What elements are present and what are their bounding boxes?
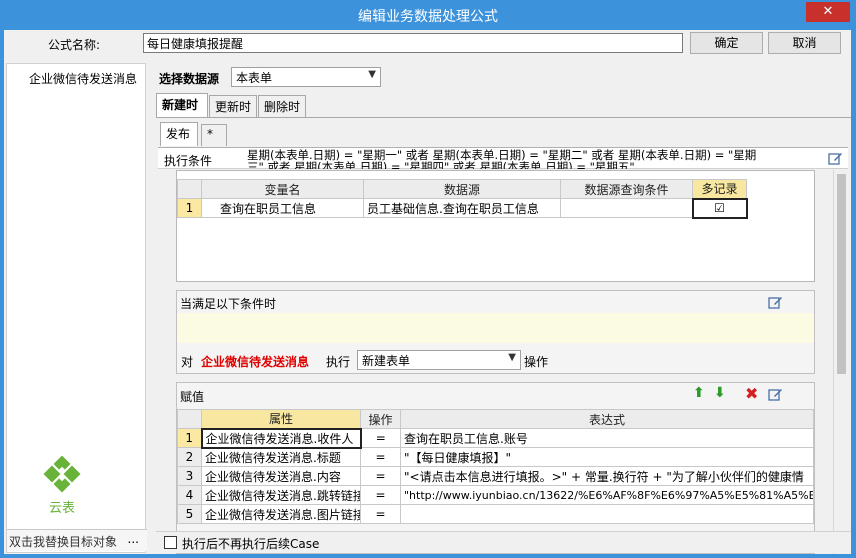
close-button[interactable]: ✕ [806, 2, 850, 22]
when-condition-panel: 当满足以下条件时 对 企业微信待发送消息 执行 新建表单 ▼ 操作 [176, 290, 815, 374]
row-number: 1 [177, 428, 202, 448]
attribute-cell[interactable]: 企业微信待发送消息.标题 [201, 447, 361, 467]
action-value: 新建表单 [362, 354, 411, 368]
col-query-cond[interactable]: 数据源查询条件 [560, 179, 693, 199]
replace-target-hint: 双击我替换目标对象 [9, 535, 118, 549]
attribute-cell[interactable]: 企业微信待发送消息.跳转链接 [201, 485, 361, 505]
exec-label: 执行 [326, 355, 351, 369]
assign-table: 属性 操作 表达式 1 企业微信待发送消息.收件人 = 查询在职员工信息.账号 [177, 409, 814, 524]
edit-icon[interactable] [828, 151, 843, 166]
var-name-cell[interactable]: 查询在职员工信息 [201, 198, 364, 218]
case-scroll-area: 变量名 数据源 数据源查询条件 多记录 1 查询在职员工信息 员工基础信息.查询… [158, 170, 848, 554]
stop-after-exec-checkbox[interactable] [164, 536, 177, 549]
window-title: 编辑业务数据处理公式 [358, 9, 498, 25]
condition-expression[interactable]: 星期(本表单.日期) = "星期一" 或者 星期(本表单.日期) = "星期二"… [247, 149, 823, 169]
edit-icon[interactable] [768, 387, 783, 402]
target-object-name: 企业微信待发送消息 [201, 355, 310, 369]
table-row[interactable]: 1 企业微信待发送消息.收件人 = 查询在职员工信息.账号 [177, 427, 814, 449]
formula-name-input[interactable]: 每日健康填报提醒 [143, 33, 683, 53]
row-number: 2 [177, 447, 202, 467]
table-row[interactable]: 2 企业微信待发送消息.标题 = "【每日健康填报】" [177, 447, 814, 467]
variables-table: 变量名 数据源 数据源查询条件 多记录 1 查询在职员工信息 员工基础信息.查询… [177, 179, 748, 219]
case-container: 发布 * 执行条件 星期(本表单.日期) = "星期一" 或者 星期(本表单.日… [156, 117, 851, 554]
operation-cell[interactable]: = [360, 485, 401, 505]
arrow-down-icon[interactable]: ⬇ [714, 385, 726, 401]
variables-panel: 变量名 数据源 数据源查询条件 多记录 1 查询在职员工信息 员工基础信息.查询… [176, 170, 815, 282]
col-expression[interactable]: 表达式 [400, 409, 814, 429]
row-number: 1 [177, 198, 202, 218]
condition-row: 执行条件 星期(本表单.日期) = "星期一" 或者 星期(本表单.日期) = … [158, 147, 848, 169]
col-operation[interactable]: 操作 [360, 409, 401, 429]
edit-icon[interactable] [768, 295, 783, 310]
table-row[interactable]: 1 查询在职员工信息 员工基础信息.查询在职员工信息 ☑ [177, 197, 748, 219]
row-number: 5 [177, 504, 202, 524]
col-attribute[interactable]: 属性 [201, 409, 361, 429]
attribute-cell[interactable]: 企业微信待发送消息.内容 [201, 466, 361, 486]
tab-delete[interactable]: 删除时 [258, 95, 306, 117]
col-var-name[interactable]: 变量名 [201, 179, 364, 199]
vertical-scrollbar[interactable] [833, 170, 849, 554]
stop-after-exec-label: 执行后不再执行后续Case [182, 537, 320, 551]
expression-cell[interactable]: "【每日健康填报】" [400, 447, 814, 467]
when-condition-title: 当满足以下条件时 [180, 297, 277, 311]
tab-create[interactable]: 新建时 [156, 93, 208, 117]
formula-name-label: 公式名称: [48, 38, 101, 52]
row-number: 4 [177, 485, 202, 505]
chevron-down-icon: ▼ [508, 352, 516, 363]
scrollbar-thumb[interactable] [837, 174, 846, 374]
target-object-list: 企业微信待发送消息 云表 双击我替换目标对象 ... [6, 63, 147, 553]
target-object-item[interactable]: 企业微信待发送消息 [29, 70, 137, 87]
condition-label: 执行条件 [164, 154, 213, 168]
table-row[interactable]: 5 企业微信待发送消息.图片链接 = [177, 504, 814, 524]
expression-cell[interactable]: "<请点击本信息进行填报。>" + 常量.换行符 + "为了解小伙伴们的健康情 [400, 466, 814, 486]
chevron-down-icon: ▼ [368, 69, 376, 80]
more-button[interactable]: ... [128, 532, 139, 546]
operation-cell[interactable]: = [360, 447, 401, 467]
assign-title: 赋值 [180, 390, 205, 404]
datasource-value: 本表单 [236, 71, 273, 85]
table-row[interactable]: 3 企业微信待发送消息.内容 = "<请点击本信息进行填报。>" + 常量.换行… [177, 466, 814, 486]
var-source-cell[interactable]: 员工基础信息.查询在职员工信息 [363, 198, 561, 218]
attribute-cell[interactable]: 企业微信待发送消息.收件人 [200, 427, 362, 449]
cancel-button[interactable]: 取消 [768, 32, 841, 54]
event-tabs: 新建时 更新时 删除时 [156, 93, 851, 117]
multi-record-checkbox[interactable]: ☑ [691, 197, 748, 219]
operation-cell[interactable]: = [360, 504, 401, 524]
tab-case-add[interactable]: * [201, 124, 227, 146]
table-row[interactable]: 4 企业微信待发送消息.跳转链接 = "http://www.iyunbiao.… [177, 485, 814, 505]
footer-bar: 执行后不再执行后续Case [156, 531, 851, 553]
operation-cell[interactable]: = [360, 428, 401, 448]
tab-update[interactable]: 更新时 [209, 95, 257, 117]
col-datasource[interactable]: 数据源 [363, 179, 561, 199]
replace-target-bar[interactable]: 双击我替换目标对象 ... [7, 529, 147, 551]
tab-case-publish[interactable]: 发布 [160, 122, 198, 146]
attribute-cell[interactable]: 企业微信待发送消息.图片链接 [201, 504, 361, 524]
expression-cell[interactable]: "http://www.iyunbiao.cn/13622/%E6%AF%8F%… [400, 485, 814, 505]
logo-text: 云表 [49, 501, 75, 516]
formula-editor: 选择数据源 本表单 ▼ 新建时 更新时 删除时 发布 * 执行条件 星期(本表单… [150, 63, 851, 554]
datasource-select[interactable]: 本表单 ▼ [231, 67, 381, 87]
yunbiao-logo-icon: 云表 [43, 456, 81, 516]
ok-button[interactable]: 确定 [690, 32, 763, 54]
operation-cell[interactable]: = [360, 466, 401, 486]
row-number: 3 [177, 466, 202, 486]
op-label: 操作 [524, 355, 549, 369]
window: 编辑业务数据处理公式 ✕ 公式名称: 每日健康填报提醒 确定 取消 企业微信待发… [0, 0, 856, 558]
datasource-label: 选择数据源 [159, 72, 220, 86]
expression-cell[interactable] [400, 504, 814, 524]
col-multi-record[interactable]: 多记录 [692, 179, 747, 199]
assign-panel: 赋值 ⬆ ⬇ ✖ 属性 操作 表达式 1 企业微信待发送消息.收件人 = 查询在… [176, 382, 815, 554]
when-condition-expression[interactable] [177, 313, 814, 343]
title-bar: 编辑业务数据处理公式 ✕ [0, 0, 856, 30]
action-select[interactable]: 新建表单 ▼ [357, 350, 521, 370]
condition-line-2: 三" 或者 星期(本表单.日期) = "星期四" 或者 星期(本表单.日期) =… [247, 160, 635, 169]
delete-icon[interactable]: ✖ [745, 384, 758, 403]
expression-cell[interactable]: 查询在职员工信息.账号 [400, 428, 814, 448]
dialog-body: 公式名称: 每日健康填报提醒 确定 取消 企业微信待发送消息 云表 双击我替换目… [4, 30, 851, 554]
formula-row: 公式名称: 每日健康填报提醒 确定 取消 [4, 30, 851, 58]
var-cond-cell[interactable] [560, 198, 693, 218]
arrow-up-icon[interactable]: ⬆ [693, 385, 705, 401]
for-label: 对 [181, 355, 194, 369]
